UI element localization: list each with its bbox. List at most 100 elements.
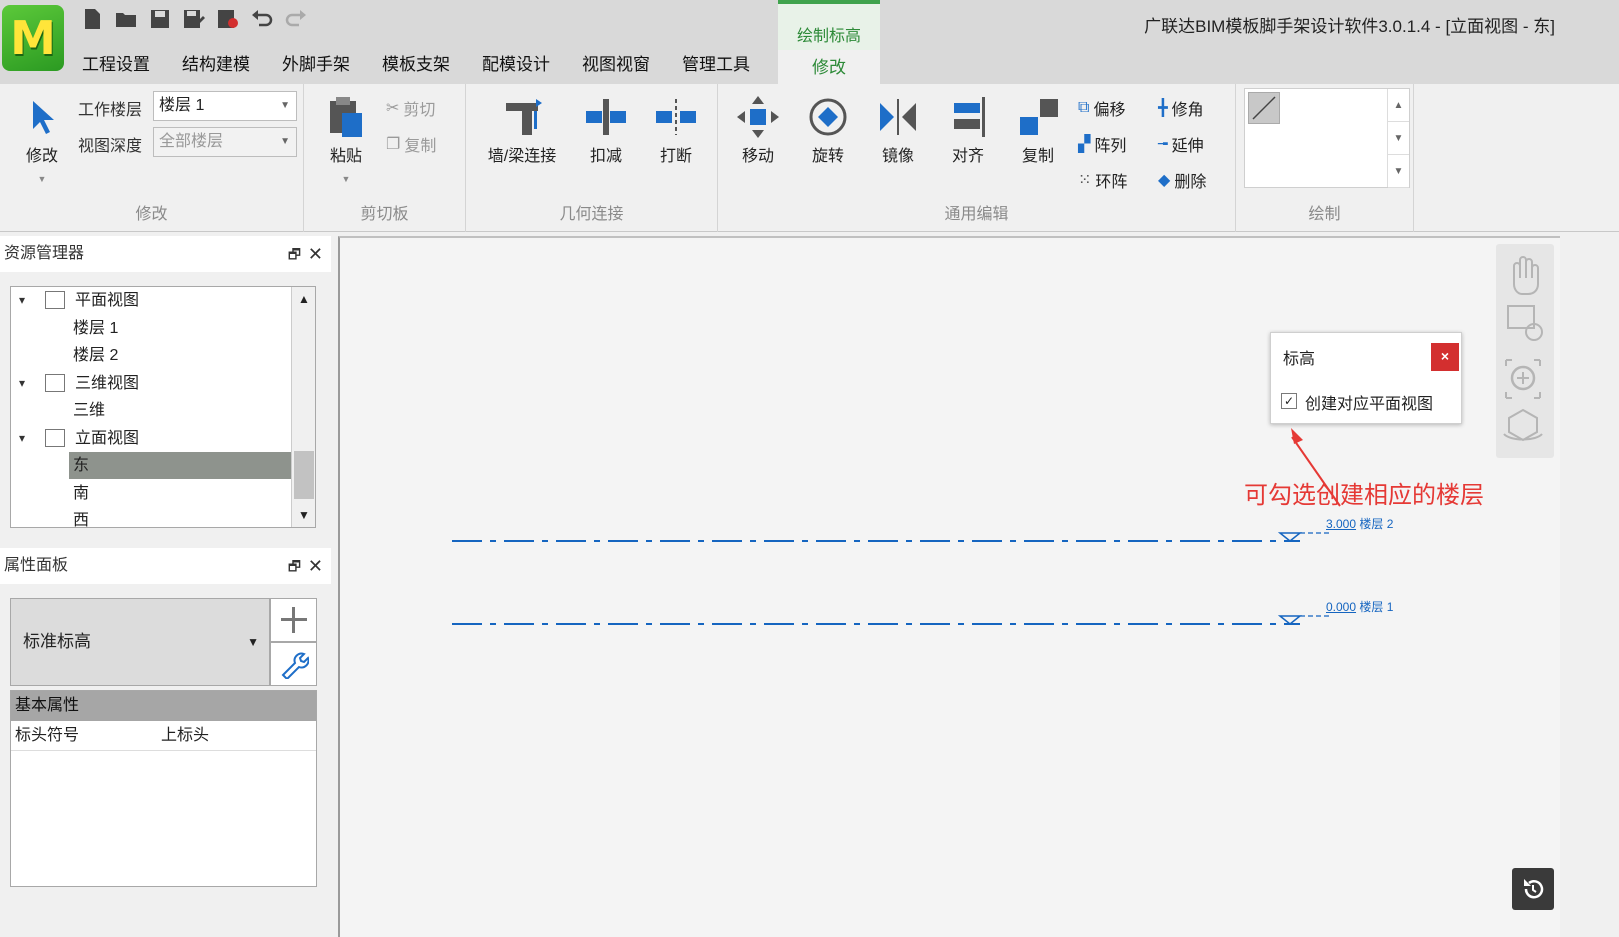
properties-panel-title: 属性面板	[4, 557, 69, 574]
modify-button[interactable]: 修改 ▼	[12, 92, 72, 184]
align-icon	[938, 92, 998, 142]
ring-array-button[interactable]: ⁙ 环阵	[1078, 168, 1127, 192]
tab-modify[interactable]: 修改	[778, 50, 880, 88]
save-icon[interactable]	[148, 6, 172, 32]
trim-corner-label: 修角	[1171, 102, 1204, 119]
undo-icon[interactable]	[250, 6, 274, 32]
trim-corner-button[interactable]: ╋ 修角	[1158, 96, 1204, 120]
navigation-bar	[1496, 244, 1554, 458]
close-icon[interactable]: ✕	[308, 548, 323, 584]
align-button[interactable]: 对齐	[938, 92, 998, 166]
close-icon[interactable]: ✕	[308, 236, 323, 272]
tree-item-3d[interactable]: 三维	[11, 397, 291, 424]
create-plan-view-checkbox[interactable]: ✓	[1281, 393, 1297, 409]
chevron-down-icon[interactable]: ▾	[19, 287, 25, 314]
wall-beam-join-button[interactable]: 墙/梁连接	[480, 92, 564, 166]
menu-item-management-tools[interactable]: 管理工具	[666, 50, 766, 80]
pan-hand-icon	[1513, 256, 1539, 295]
level-elevation[interactable]: 3.000	[1326, 517, 1356, 531]
property-grid: 基本属性 标头符号 上标头	[10, 690, 317, 887]
gallery-scrollbar[interactable]: ▲ ▼ ▼	[1387, 89, 1409, 188]
float-window-icon[interactable]: 🗗	[288, 548, 301, 584]
scroll-thumb[interactable]	[294, 451, 314, 499]
offset-icon: ⧉	[1078, 99, 1090, 116]
view-depth-label: 视图深度	[78, 138, 143, 155]
tree-item-floor-2[interactable]: 楼层 2	[11, 342, 291, 369]
draw-tool-gallery[interactable]: ▲ ▼ ▼	[1244, 88, 1410, 188]
type-selector[interactable]: 标准标高 ▼	[10, 598, 270, 686]
group-label-modify: 修改	[135, 206, 168, 223]
open-folder-icon[interactable]	[114, 6, 138, 32]
tree-item-floor-1[interactable]: 楼层 1	[11, 315, 291, 342]
level-label-floor-1[interactable]: 0.000 楼层 1	[1326, 598, 1393, 615]
plus-icon	[280, 607, 307, 633]
tree-scrollbar[interactable]: ▲ ▼	[291, 287, 315, 527]
extend-button[interactable]: ╼ 延伸	[1158, 132, 1204, 156]
break-icon	[646, 92, 706, 142]
menu-item-view-window[interactable]: 视图视窗	[566, 50, 666, 80]
array-label: 阵列	[1094, 138, 1127, 155]
copy-element-button[interactable]: 复制	[1008, 92, 1068, 166]
gallery-scroll-down-icon[interactable]: ▼	[1388, 122, 1409, 155]
dropdown-arrow-icon: ▼	[37, 174, 47, 184]
scroll-down-icon[interactable]: ▼	[292, 503, 315, 527]
property-row[interactable]: 标头符号 上标头	[11, 721, 316, 751]
mirror-button[interactable]: 镜像	[868, 92, 928, 166]
menu-item-project-settings[interactable]: 工程设置	[66, 50, 166, 80]
menu-item-formwork-support[interactable]: 模板支架	[366, 50, 466, 80]
trim-corner-icon: ╋	[1158, 100, 1168, 117]
dialog-close-button[interactable]: ×	[1431, 343, 1459, 371]
work-floor-select[interactable]: 楼层 1 ▼	[153, 91, 297, 121]
float-window-icon[interactable]: 🗗	[288, 236, 301, 272]
draw-line-icon[interactable]	[1248, 92, 1280, 124]
level-label-floor-2[interactable]: 3.000 楼层 2	[1326, 515, 1393, 532]
property-value[interactable]: 上标头	[161, 721, 209, 751]
ribbon-group-geometry: 墙/梁连接 扣减 打断 几何连接	[466, 84, 718, 232]
menu-item-formwork-design[interactable]: 配模设计	[466, 50, 566, 80]
3d-view-icon	[45, 374, 65, 392]
modify-button-label: 修改	[25, 148, 58, 165]
menu-item-external-scaffold[interactable]: 外脚手架	[266, 50, 366, 80]
edit-type-button[interactable]	[270, 642, 317, 686]
dropdown-arrow-icon: ▼	[341, 174, 351, 184]
property-name: 标头符号	[15, 727, 80, 744]
tree-label: 楼层 2	[73, 347, 119, 364]
break-button[interactable]: 打断	[646, 92, 706, 166]
reset-view-button[interactable]	[1512, 868, 1554, 910]
paste-icon	[316, 92, 376, 142]
chevron-down-icon[interactable]: ▾	[19, 425, 25, 452]
close-file-icon[interactable]	[216, 6, 240, 32]
resource-tree: ▾ 平面视图 楼层 1 楼层 2 ▾ 三维视图 三维 ▾ 立面视图 东 南 西 …	[10, 286, 316, 528]
app-logo: M	[2, 5, 64, 71]
tree-folder-elevation-view[interactable]: ▾ 立面视图	[11, 425, 291, 452]
save-as-icon[interactable]	[182, 6, 206, 32]
group-label-clipboard: 剪切板	[360, 206, 409, 223]
extend-icon: ╼	[1158, 136, 1168, 153]
add-type-button[interactable]	[270, 598, 317, 642]
rotate-button[interactable]: 旋转	[798, 92, 858, 166]
offset-button[interactable]: ⧉ 偏移	[1078, 96, 1125, 120]
level-name[interactable]: 楼层 1	[1359, 600, 1393, 614]
tree-item-west[interactable]: 西	[11, 507, 291, 527]
tree-item-south[interactable]: 南	[11, 480, 291, 507]
array-icon: ▞	[1078, 136, 1091, 153]
new-file-icon[interactable]	[80, 6, 104, 32]
level-elevation[interactable]: 0.000	[1326, 600, 1356, 614]
chevron-down-icon[interactable]: ▾	[19, 370, 25, 397]
gallery-scroll-up-icon[interactable]: ▲	[1388, 89, 1409, 122]
level-name[interactable]: 楼层 2	[1359, 517, 1393, 531]
tree-folder-plan-view[interactable]: ▾ 平面视图	[11, 287, 291, 314]
delete-label: 删除	[1174, 174, 1207, 191]
create-plan-view-label[interactable]: 创建对应平面视图	[1305, 390, 1433, 414]
tree-item-east[interactable]: 东	[69, 452, 291, 479]
scroll-up-icon[interactable]: ▲	[292, 287, 315, 311]
menu-item-structure-modeling[interactable]: 结构建模	[166, 50, 266, 80]
move-button[interactable]: 移动	[728, 92, 788, 166]
deduct-button[interactable]: 扣减	[576, 92, 636, 166]
tree-folder-3d-view[interactable]: ▾ 三维视图	[11, 370, 291, 397]
gallery-expand-icon[interactable]: ▼	[1388, 155, 1409, 188]
delete-button[interactable]: ◆ 删除	[1158, 168, 1206, 192]
zoom-in-icon	[1505, 359, 1541, 399]
paste-button[interactable]: 粘贴 ▼	[316, 92, 376, 184]
array-button[interactable]: ▞ 阵列	[1078, 132, 1126, 156]
